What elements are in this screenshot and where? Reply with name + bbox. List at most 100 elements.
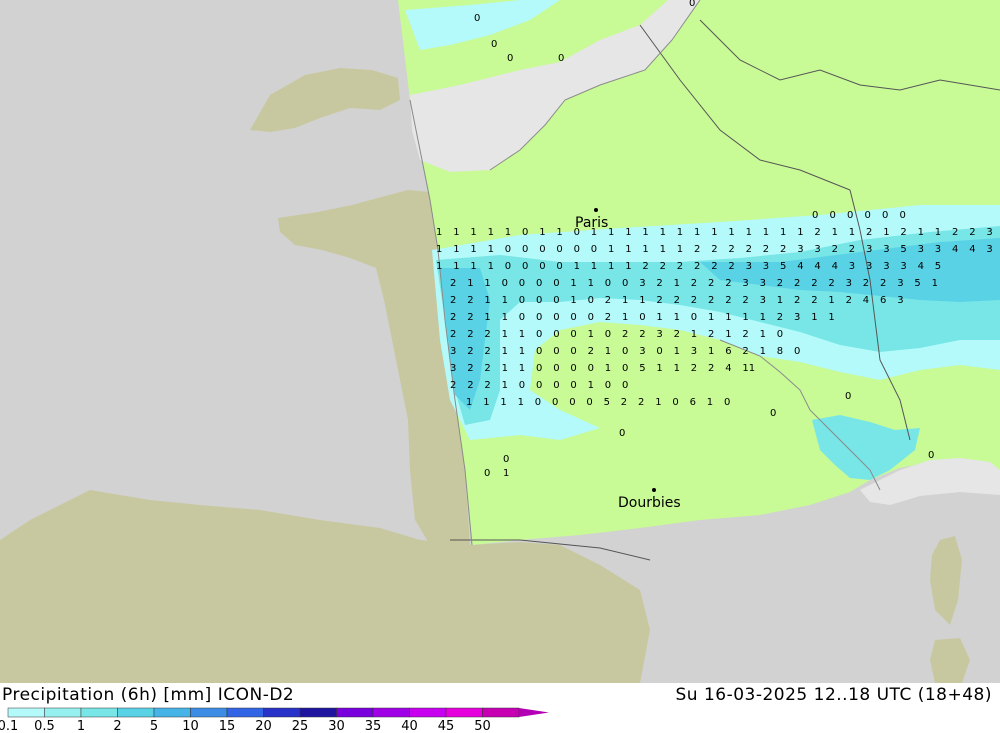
legend-swatch [409, 707, 447, 718]
value-label: 1 [605, 346, 611, 357]
value-label: 1 [677, 244, 683, 255]
value-label: 1 [707, 397, 713, 408]
value-label: 1 [883, 227, 889, 238]
map-footer: Precipitation (6h) [mm] ICON-D2 Su 16-03… [0, 683, 1000, 733]
value-label: 2 [638, 397, 644, 408]
value-label: 1 [760, 329, 766, 340]
legend-tick-label: 0.1 [0, 719, 18, 733]
value-label: 2 [484, 329, 490, 340]
value-label: 1 [932, 278, 938, 289]
value-label: 0 [553, 312, 559, 323]
value-label: 2 [832, 244, 838, 255]
value-label: 2 [866, 227, 872, 238]
value-label: 1 [656, 312, 662, 323]
value-label: 1 [639, 295, 645, 306]
value-label: 2 [728, 244, 734, 255]
value-label: 1 [674, 278, 680, 289]
value-label: 1 [642, 227, 648, 238]
value-label: 3 [797, 244, 803, 255]
city-marker [594, 208, 598, 212]
value-label: 0 [591, 244, 597, 255]
value-label: 1 [453, 261, 459, 272]
value-label: 0 [553, 346, 559, 357]
value-label: 0 [639, 312, 645, 323]
value-label: 5 [780, 261, 786, 272]
value-label: 1 [760, 346, 766, 357]
value-label: 1 [655, 397, 661, 408]
value-label: 1 [484, 295, 490, 306]
value-label: 2 [794, 278, 800, 289]
value-label: 4 [969, 244, 975, 255]
value-label: 2 [450, 295, 456, 306]
value-label: 1 [502, 329, 508, 340]
value-label: 1 [484, 278, 490, 289]
value-label: 1 [574, 261, 580, 272]
value-label: 2 [849, 244, 855, 255]
value-label: 1 [725, 312, 731, 323]
value-label: 2 [467, 295, 473, 306]
value-label: 3 [763, 261, 769, 272]
value-label: 3 [450, 346, 456, 357]
value-label: 0 [570, 312, 576, 323]
value-label: 1 [780, 227, 786, 238]
legend-swatch [372, 707, 410, 718]
value-label: 0 [505, 244, 511, 255]
value-label: 1 [763, 227, 769, 238]
value-label: 3 [897, 278, 903, 289]
value-label: 0 [507, 53, 513, 64]
legend-swatch [445, 707, 483, 718]
value-label: 1 [746, 227, 752, 238]
value-label: 2 [708, 295, 714, 306]
value-label: 1 [708, 312, 714, 323]
value-label: 1 [935, 227, 941, 238]
value-label: 1 [742, 312, 748, 323]
value-label: 2 [450, 329, 456, 340]
value-label: 0 [539, 244, 545, 255]
value-label: 0 [536, 346, 542, 357]
legend-swatches [7, 707, 549, 718]
value-label: 0 [570, 363, 576, 374]
value-label: 1 [725, 329, 731, 340]
value-label: 2 [694, 244, 700, 255]
value-label: 1 [811, 312, 817, 323]
value-label: 0 [553, 295, 559, 306]
value-label: 4 [814, 261, 820, 272]
value-label: 0 [622, 380, 628, 391]
product-title: Precipitation (6h) [mm] ICON-D2 [2, 685, 295, 705]
value-label: 1 [519, 363, 525, 374]
value-label: 1 [656, 363, 662, 374]
color-scale-legend: 0.1 0.5 1 2 5 10 15 20 25 30 35 40 45 50 [0, 707, 549, 733]
value-label: 1 [519, 346, 525, 357]
value-label: 1 [488, 227, 494, 238]
value-label: 6 [880, 295, 886, 306]
value-label: 0 [522, 261, 528, 272]
value-label: 1 [608, 227, 614, 238]
value-label: 3 [846, 278, 852, 289]
value-label: 2 [863, 278, 869, 289]
value-label: 3 [639, 278, 645, 289]
value-label: 3 [935, 244, 941, 255]
value-label: 0 [588, 363, 594, 374]
value-label: 1 [660, 244, 666, 255]
value-label: 0 [536, 312, 542, 323]
legend-swatch [44, 707, 82, 718]
value-label: 0 [505, 261, 511, 272]
value-label: 2 [677, 261, 683, 272]
value-label: 0 [672, 397, 678, 408]
value-label: 1 [588, 278, 594, 289]
legend-swatch [153, 707, 191, 718]
value-label: 3 [918, 244, 924, 255]
value-label: 1 [503, 468, 509, 479]
value-label: 2 [711, 261, 717, 272]
legend-tick-label: 0.5 [34, 719, 55, 733]
value-label: 5 [639, 363, 645, 374]
value-label: 3 [986, 244, 992, 255]
value-label: 1 [470, 261, 476, 272]
value-label: 0 [812, 210, 818, 221]
value-label: 0 [830, 210, 836, 221]
value-label: 0 [882, 210, 888, 221]
value-label: 2 [660, 261, 666, 272]
value-label: 1 [608, 261, 614, 272]
value-label: 3 [900, 261, 906, 272]
value-label: 0 [574, 244, 580, 255]
